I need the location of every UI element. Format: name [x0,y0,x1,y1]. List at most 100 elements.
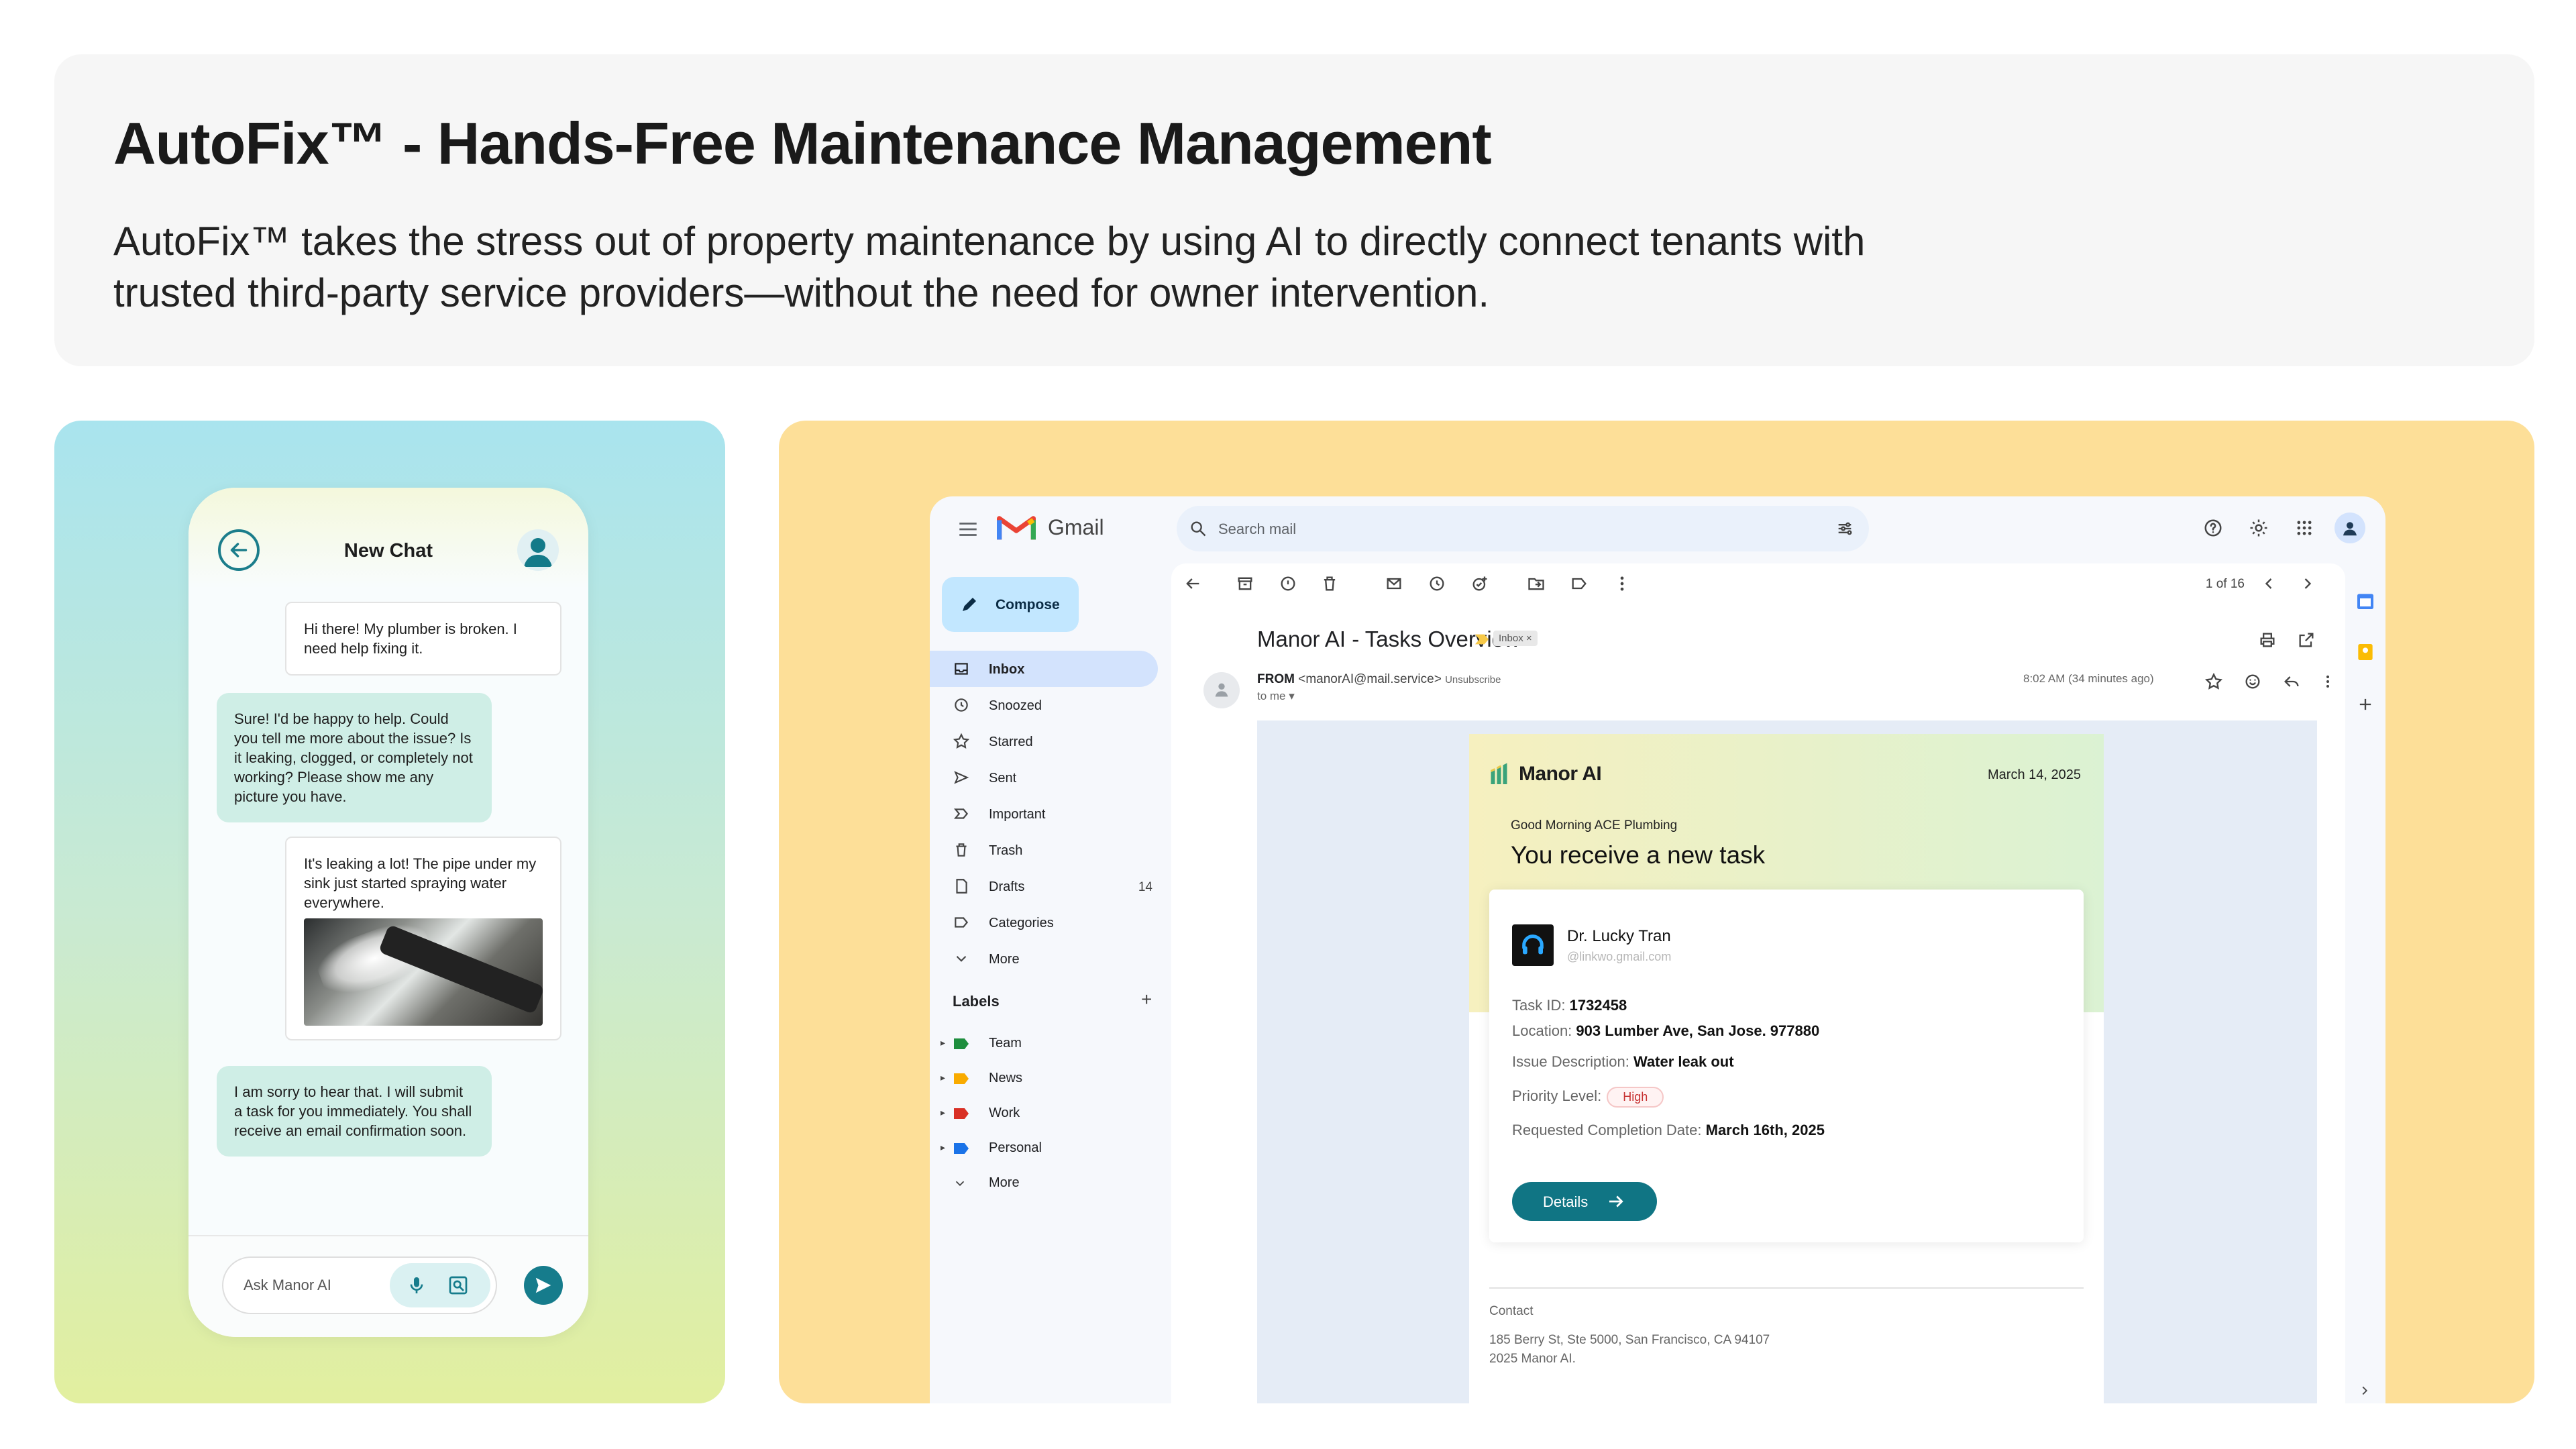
microphone-icon[interactable] [406,1275,427,1296]
compose-button[interactable]: Compose [942,577,1079,632]
nav-label: Categories [989,916,1054,930]
pencil-icon [963,598,976,611]
nav-item-important[interactable]: Important [930,796,1171,832]
chevron-right-icon[interactable] [2298,574,2317,593]
move-to-icon[interactable] [1527,574,1546,593]
search-input[interactable]: Search mail [1177,506,1869,551]
add-icon[interactable] [2356,695,2375,714]
more-vert-icon[interactable] [2320,672,2336,691]
phone-mockup: New Chat Hi there! My plumber is broken.… [189,488,588,1337]
nav-item-starred[interactable]: Starred [930,723,1171,759]
person-icon [1215,683,1228,697]
apps-grid-icon[interactable] [2289,513,2320,543]
send-icon [954,771,969,784]
message-view: 1 of 16 Manor AI - Tasks Overview Inbox … [1171,564,2345,1403]
label-team[interactable]: ▸ Team [930,1026,1171,1061]
trash-icon [956,843,967,857]
star-icon[interactable] [2204,672,2223,691]
add-task-icon[interactable] [1470,574,1489,593]
from-label: FROM [1257,672,1295,686]
emoji-icon[interactable] [2243,672,2262,691]
label-personal[interactable]: ▸ Personal [930,1131,1171,1166]
print-icon[interactable] [2258,631,2277,649]
label-icon[interactable] [1570,574,1589,593]
nav-item-sent[interactable]: Sent [930,759,1171,796]
label-news[interactable]: ▸ News [930,1061,1171,1096]
leak-photo[interactable] [304,918,543,1026]
chevron-right-icon[interactable] [2357,1383,2372,1398]
back-arrow-icon[interactable] [1183,574,1202,593]
manor-brand: Manor AI [1488,762,1602,786]
archive-icon[interactable] [1236,574,1254,593]
settings-icon[interactable] [2243,513,2274,543]
nav-label: Trash [989,843,1023,858]
message-user-1: Hi there! My plumber is broken. I need h… [285,602,561,676]
label-tag-icon [954,1038,969,1049]
help-icon[interactable] [2198,513,2229,543]
priority-badge: High [1607,1087,1664,1108]
menu-icon[interactable] [957,518,979,541]
hero-title: AutoFix™ - Hands-Free Maintenance Manage… [113,110,1492,176]
chat-input[interactable]: Ask Manor AI [222,1256,497,1314]
gmail-window: Gmail Search mail Compose Inbox Snoozed [930,496,2385,1403]
message-ai-1: Sure! I'd be happy to help. Could you te… [217,693,492,822]
nav-item-inbox[interactable]: Inbox [930,651,1158,687]
brand-name: Manor AI [1519,763,1602,785]
side-rail [2345,564,2385,1403]
pager-count: 1 of 16 [2205,577,2245,591]
details-button[interactable]: Details [1512,1182,1657,1221]
star-icon [953,733,970,749]
nav-label: Snoozed [989,698,1042,713]
recipient-line[interactable]: to me ▾ [1257,690,1295,703]
labels-list: ▸ Team ▸ News ▸ Work ▸ Personal More [930,1026,1171,1201]
email-card: Manor AI March 14, 2025 Good Morning ACE… [1469,734,2104,1403]
chevron-left-icon[interactable] [2259,574,2278,593]
message-user-2: It's leaking a lot! The pipe under my si… [285,837,561,1040]
nav-item-trash[interactable]: Trash [930,832,1171,868]
keep-icon[interactable] [2355,641,2376,663]
nav-item-categories[interactable]: Categories [930,904,1171,941]
from-address: <manorAI@mail.service> [1298,672,1442,686]
footer-divider [1489,1287,2084,1289]
label-more[interactable]: More [930,1166,1171,1201]
labels-heading: Labels [953,993,1000,1010]
delete-icon[interactable] [1320,574,1339,593]
report-icon[interactable] [1279,574,1297,593]
send-button[interactable] [524,1266,563,1305]
top-actions [2198,513,2365,543]
gmail-name: Gmail [1048,515,1104,539]
mark-unread-icon[interactable] [1385,574,1403,593]
filter-icon[interactable] [1835,519,1854,538]
client-avatar [1512,924,1554,966]
reply-icon[interactable] [2282,672,2301,691]
mail-nav: Inbox Snoozed Starred Sent Important Tra… [930,651,1171,977]
message-toolbar: 1 of 16 [1171,564,2345,604]
email-date: March 14, 2025 [1988,767,2081,782]
task-card: Dr. Lucky Tran @linkwo.gmail.com Task ID… [1489,890,2084,1242]
label-tag-icon [954,1073,969,1084]
label-work[interactable]: ▸ Work [930,1096,1171,1131]
unsubscribe-link[interactable]: Unsubscribe [1445,674,1501,686]
email-body: Manor AI March 14, 2025 Good Morning ACE… [1257,720,2317,1403]
drafts-count: 14 [1138,880,1152,894]
chat-input-placeholder: Ask Manor AI [244,1277,331,1293]
gmail-logo-icon [997,516,1036,540]
nav-item-more[interactable]: More [930,941,1171,977]
clock-icon [955,698,968,712]
label-tag-icon [954,1143,969,1154]
user-avatar[interactable] [517,529,559,571]
nav-item-drafts[interactable]: Drafts 14 [930,868,1171,904]
sender-line: FROM <manorAI@mail.service> Unsubscribe [1257,672,1501,687]
calendar-icon[interactable] [2355,590,2376,612]
snooze-icon[interactable] [1428,574,1446,593]
account-avatar[interactable] [2334,513,2365,543]
inbox-chip[interactable]: Inbox × [1493,631,1538,646]
arrow-right-icon [1609,1195,1623,1208]
add-label-button[interactable]: + [1141,989,1152,1010]
important-marker-icon[interactable] [1474,633,1489,645]
nav-label: Starred [989,735,1033,749]
open-new-window-icon[interactable] [2297,631,2316,649]
nav-item-snoozed[interactable]: Snoozed [930,687,1171,723]
more-vert-icon[interactable] [1613,574,1631,593]
image-search-icon[interactable] [447,1275,469,1296]
